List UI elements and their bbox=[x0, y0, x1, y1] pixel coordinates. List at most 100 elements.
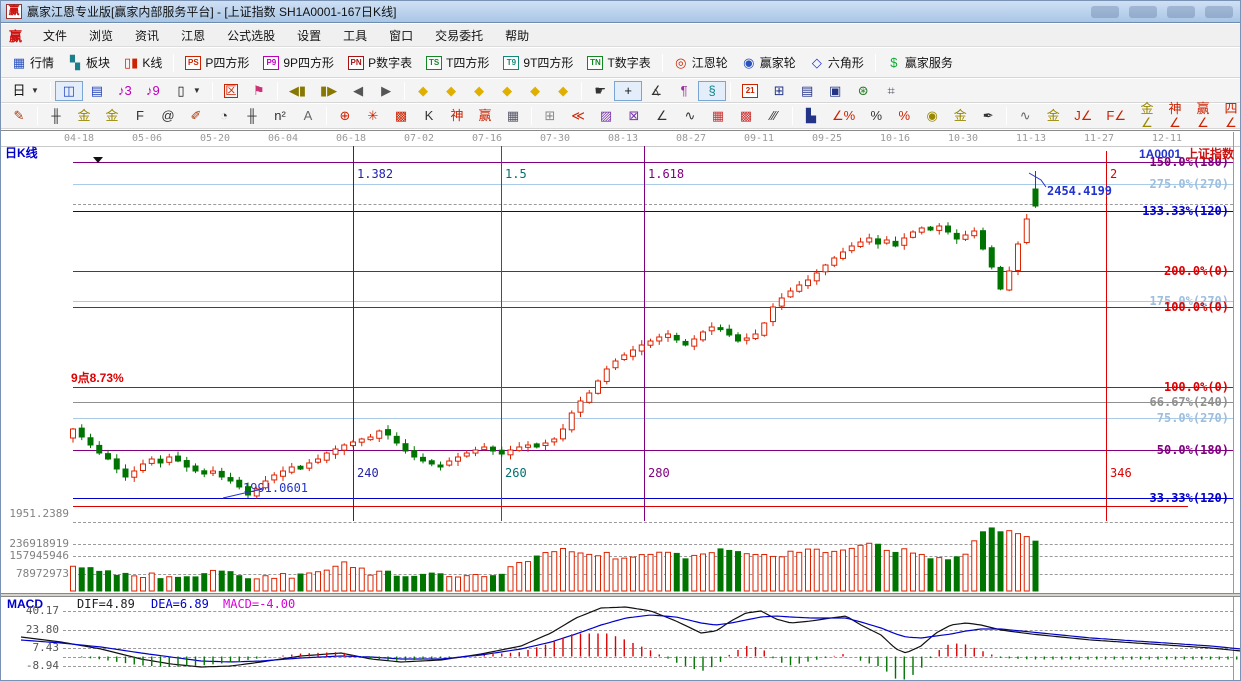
toolbar-quotes-button[interactable]: ▦ 行情 bbox=[5, 51, 61, 74]
draw-grid-lines-button[interactable]: ╫ bbox=[42, 106, 70, 126]
toolbar-t-square-button[interactable]: TS T四方形 bbox=[419, 51, 496, 74]
nav-invert-button[interactable]: 区 bbox=[217, 81, 245, 101]
draw-shen-grid-button[interactable]: 神 bbox=[443, 106, 471, 126]
draw-percent-line-button[interactable]: ∠% bbox=[825, 106, 862, 126]
candle-type-dropdown-arrow[interactable]: ▼ bbox=[193, 86, 201, 95]
nav-first-page-button[interactable]: ◀▮ bbox=[282, 81, 313, 101]
toolbar-9t-square-button[interactable]: T9 9T四方形 bbox=[496, 51, 580, 74]
nav-wave-3-button[interactable]: ♪3 bbox=[111, 81, 139, 101]
draw-box-tool-button[interactable]: ⊞ bbox=[536, 106, 564, 126]
toolbar-p-table-button[interactable]: PN P数字表 bbox=[341, 51, 419, 74]
toolbar-t-table-button[interactable]: TN T数字表 bbox=[580, 51, 657, 74]
period-day-dropdown-arrow[interactable]: ▼ bbox=[31, 86, 39, 95]
nav-diamond-shift-right-button[interactable]: ◆ bbox=[437, 81, 465, 101]
draw-square-net-button[interactable]: ▩ bbox=[387, 106, 415, 126]
draw-spiral-button[interactable]: @ bbox=[154, 106, 182, 126]
menu-1[interactable]: 文件 bbox=[32, 25, 78, 46]
draw-red-grid-arrow-button[interactable]: ▩ bbox=[732, 106, 760, 126]
draw-ink-pen-button[interactable]: ✒ bbox=[974, 106, 1002, 126]
draw-ruler-grid-button[interactable]: ▦ bbox=[499, 106, 527, 126]
draw-rays-box2-button[interactable]: ⊠ bbox=[620, 106, 648, 126]
toolbar-hexagon-button[interactable]: ◇ 六角形 bbox=[803, 51, 871, 74]
nav-last-page-button[interactable]: ▮▶ bbox=[313, 81, 344, 101]
draw-four-angle-button[interactable]: 四∠ bbox=[1217, 99, 1240, 133]
nav-crosshair-button[interactable]: + bbox=[614, 80, 643, 101]
draw-zigzag-button[interactable]: ∿ bbox=[676, 106, 704, 126]
nav-diamond-expand-h-button[interactable]: ◆ bbox=[465, 81, 493, 101]
draw-rays-box-button[interactable]: ▨ bbox=[592, 106, 620, 126]
nav-remote-button[interactable]: ⌗ bbox=[877, 81, 905, 101]
draw-starburst-button[interactable]: ✳ bbox=[359, 106, 387, 126]
nav-cycle-tool-button[interactable]: § bbox=[698, 80, 727, 101]
draw-percent-button[interactable]: % bbox=[862, 106, 890, 126]
draw-time-circle-button[interactable]: ◔ bbox=[210, 106, 238, 126]
draw-j-angle-button[interactable]: J∠ bbox=[1067, 106, 1099, 126]
nav-diamond-compress-h-button[interactable]: ◆ bbox=[493, 81, 521, 101]
draw-ying-angle-button[interactable]: 赢∠ bbox=[1189, 99, 1217, 133]
nav-gann-net-button[interactable]: ◫ bbox=[54, 80, 83, 101]
toolbar-gann-wheel-button[interactable]: ◎ 江恩轮 bbox=[667, 51, 735, 74]
nav-info-panel-button[interactable]: ▤ bbox=[83, 81, 111, 101]
draw-angle-k-button[interactable]: K bbox=[415, 106, 443, 126]
draw-grid2-button[interactable]: ╫ bbox=[238, 106, 266, 126]
nav-hand-tool-button[interactable]: ☛ bbox=[586, 81, 614, 101]
draw-ying-grid-button[interactable]: 赢 bbox=[471, 106, 499, 126]
draw-gold-angle-button[interactable]: 金∠ bbox=[1133, 99, 1161, 133]
draw-gold-box-button[interactable]: 金 bbox=[1039, 106, 1067, 126]
draw-pen-button[interactable]: ✎ bbox=[5, 106, 33, 126]
nav-calendar-button[interactable]: 21 bbox=[735, 81, 765, 101]
draw-shen-angle-button[interactable]: 神∠ bbox=[1161, 99, 1189, 133]
menu-7[interactable]: 工具 bbox=[332, 25, 378, 46]
toolbar-p-square-button[interactable]: PS P四方形 bbox=[178, 51, 256, 74]
nav-diamond-zoom-out-button[interactable]: ◆ bbox=[409, 81, 437, 101]
draw-circle-cross-button[interactable]: ⊕ bbox=[331, 106, 359, 126]
nav-diamond-expand-all-button[interactable]: ◆ bbox=[521, 81, 549, 101]
window-button-1[interactable] bbox=[1091, 6, 1119, 18]
nav-notes-button[interactable]: ▤ bbox=[793, 81, 821, 101]
toolbar-winner-wheel-button[interactable]: ◉ 赢家轮 bbox=[735, 51, 803, 74]
menu-3[interactable]: 资讯 bbox=[124, 25, 170, 46]
nav-angle-tool-button[interactable]: ∡ bbox=[642, 81, 670, 101]
window-button-3[interactable] bbox=[1167, 6, 1195, 18]
draw-gold-circle-button[interactable]: ◉ bbox=[918, 106, 946, 126]
draw-volume-profile-button[interactable]: ▙ bbox=[797, 106, 825, 126]
nav-wave-9-button[interactable]: ♪9 bbox=[139, 81, 167, 101]
nav-colorful-flag-button[interactable]: ⚑ bbox=[245, 81, 273, 101]
draw-gold-grid-button[interactable]: 金 bbox=[70, 106, 98, 126]
draw-multi-line-button[interactable]: ∕∕∕ bbox=[760, 106, 788, 126]
draw-rays-button[interactable]: ≪ bbox=[564, 106, 592, 126]
menu-10[interactable]: 帮助 bbox=[494, 25, 540, 46]
draw-gold-line-button[interactable]: 金 bbox=[946, 106, 974, 126]
nav-next-page-button[interactable]: ▶ bbox=[372, 81, 400, 101]
draw-f-angle-button[interactable]: F∠ bbox=[1099, 106, 1133, 126]
draw-percent-level-button[interactable]: % bbox=[890, 106, 918, 126]
draw-red-grid-button[interactable]: ▦ bbox=[704, 106, 732, 126]
nav-save-button[interactable]: ▣ bbox=[821, 81, 849, 101]
draw-trend-angle-button[interactable]: ∠ bbox=[648, 106, 676, 126]
nav-gann-tool-button[interactable]: ¶ bbox=[670, 81, 698, 101]
nav-period-day-button[interactable]: 日 ▼ bbox=[5, 81, 46, 101]
nav-prev-page-button[interactable]: ◀ bbox=[344, 81, 372, 101]
draw-n2-grid-button[interactable]: n² bbox=[266, 106, 294, 126]
nav-network-button[interactable]: ⊛ bbox=[849, 81, 877, 101]
nav-diamond-compress-all-button[interactable]: ◆ bbox=[549, 81, 577, 101]
nav-candle-type-button[interactable]: ▯ ▼ bbox=[167, 81, 208, 101]
draw-wave-tool-button[interactable]: ∿ bbox=[1011, 106, 1039, 126]
window-button-4[interactable] bbox=[1205, 6, 1233, 18]
draw-gold-grid2-button[interactable]: 金 bbox=[98, 106, 126, 126]
toolbar-winner-service-button[interactable]: $ 赢家服务 bbox=[880, 51, 960, 74]
menu-4[interactable]: 江恩 bbox=[170, 25, 216, 46]
toolbar-kline-button[interactable]: ▯▮ K线 bbox=[117, 51, 169, 74]
menu-9[interactable]: 交易委托 bbox=[424, 25, 494, 46]
toolbar-sectors-button[interactable]: ▚ 板块 bbox=[61, 51, 117, 74]
nav-calculator-button[interactable]: ⊞ bbox=[765, 81, 793, 101]
menu-5[interactable]: 公式选股 bbox=[216, 25, 286, 46]
window-button-2[interactable] bbox=[1129, 6, 1157, 18]
menu-8[interactable]: 窗口 bbox=[378, 25, 424, 46]
menu-6[interactable]: 设置 bbox=[286, 25, 332, 46]
draw-pen-ruler-button[interactable]: ✐ bbox=[182, 106, 210, 126]
menu-2[interactable]: 浏览 bbox=[78, 25, 124, 46]
draw-f-grid-button[interactable]: F bbox=[126, 106, 154, 126]
draw-text-tool-button[interactable]: A bbox=[294, 106, 322, 126]
toolbar-9p-square-button[interactable]: P9 9P四方形 bbox=[256, 51, 341, 74]
